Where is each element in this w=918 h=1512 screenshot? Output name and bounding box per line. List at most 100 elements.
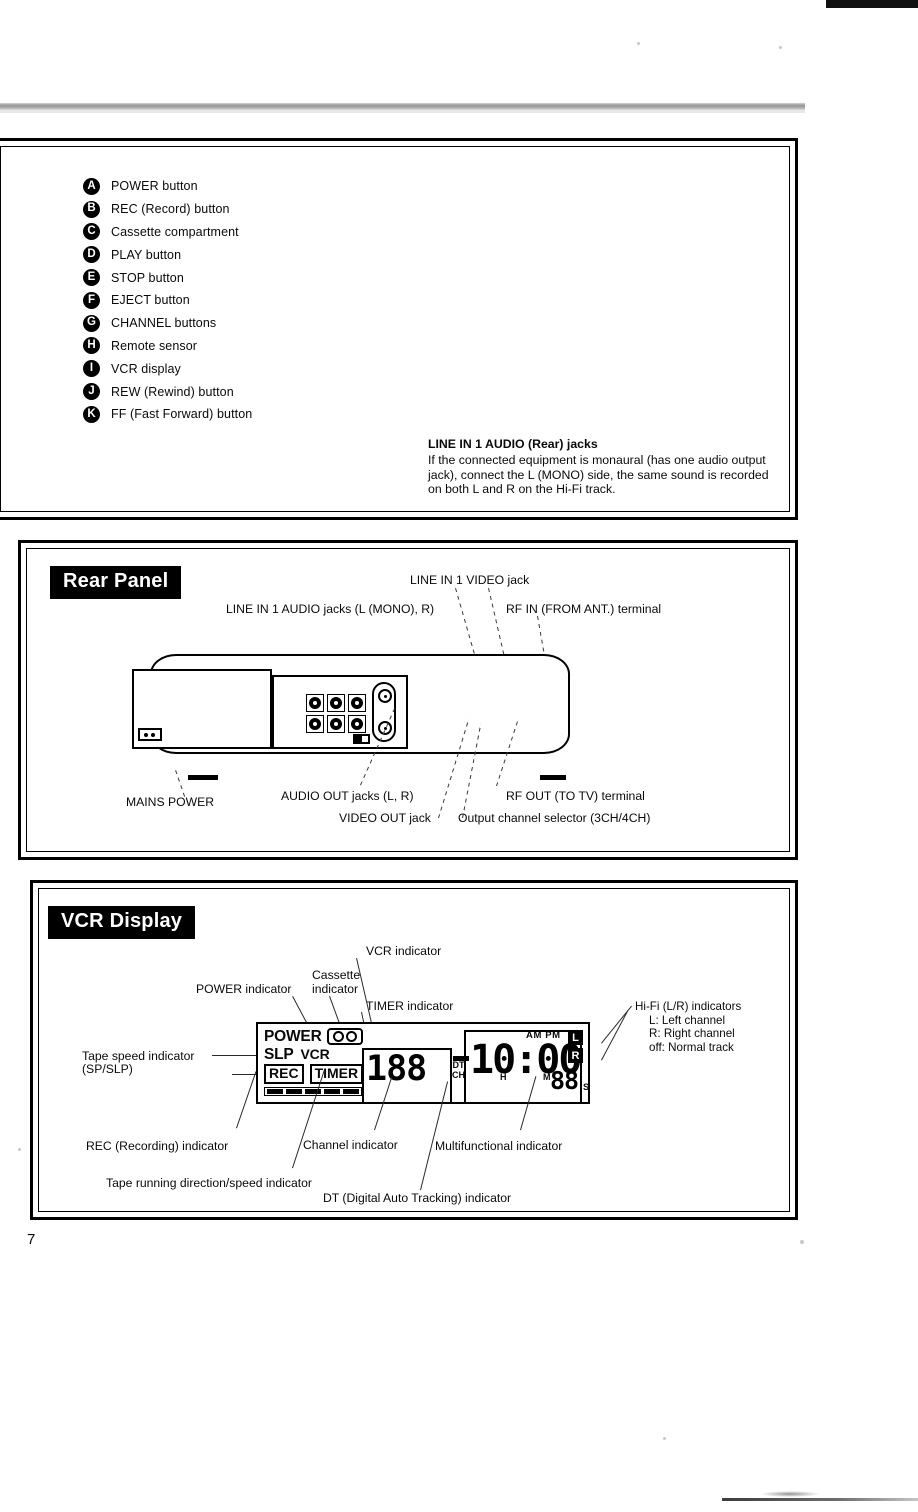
lcd-second-unit: S [583,1082,590,1092]
label-timer-indicator: TIMER indicator [366,999,454,1013]
scan-artifact-corner-bar-highlight [826,8,918,11]
callout-label-a: POWER button [111,179,198,194]
lcd-timer-indicator: TIMER [309,1064,364,1084]
lcd-right-channel-indicator: R [568,1048,583,1063]
jack-icon [327,715,345,733]
rear-panel-illustration [110,650,610,780]
chassis-foot [540,775,566,780]
lcd-channel-value: 188 [366,1049,427,1089]
callout-badge-g: G [83,314,100,332]
label-hifi-left: L: Left channel [649,1013,726,1027]
label-line-in-audio-jacks: LINE IN 1 AUDIO jacks (L (MONO), R) [226,602,435,616]
mains-power-socket-icon [138,728,162,741]
scan-artifact-bottom-smudge [760,1491,820,1497]
scan-speck [18,1148,21,1151]
callout-badge-j: J [83,383,100,401]
label-rf-in-terminal: RF IN (FROM ANT.) terminal [506,602,662,616]
jack-icon [306,694,324,712]
callout-label-i: VCR display [111,361,181,376]
hifi-indicator-legend: Hi-Fi (L/R) indicators L: Left channel R… [635,1000,741,1054]
tape-bar-segment [286,1089,302,1094]
lcd-hour-unit: H [500,1072,507,1082]
jack-icon [348,694,366,712]
scan-speck [800,1240,804,1244]
label-rf-out-terminal: RF OUT (TO TV) terminal [506,789,645,803]
label-tape-speed-line2: (SP/SLP) [82,1062,133,1076]
callout-label-d: PLAY button [111,247,182,262]
callout-label-e: STOP button [111,270,184,285]
label-power-indicator: POWER indicator [196,982,292,996]
callout-badge-a: A [83,177,100,195]
label-hifi-off: off: Normal track [649,1040,734,1054]
callout-list: A POWER button B REC (Record) button C C… [83,175,252,426]
scan-speck [779,46,782,49]
lcd-seconds-value: 88 [550,1066,579,1095]
label-audio-out-jacks: AUDIO OUT jacks (L, R) [281,789,414,803]
label-cassette-indicator-line1: Cassette [312,968,361,982]
list-item: D PLAY button [83,243,252,266]
label-dt-indicator: DT (Digital Auto Tracking) indicator [323,1191,512,1205]
page-number: 7 [27,1231,36,1248]
list-item: F EJECT button [83,289,252,312]
label-rec-indicator: REC (Recording) indicator [86,1139,229,1153]
callout-label-j: REW (Rewind) button [111,384,234,399]
label-hifi-title: Hi-Fi (L/R) indicators [635,1000,742,1013]
list-item: H Remote sensor [83,335,252,358]
label-tape-speed-line1: Tape speed indicator [82,1049,195,1063]
callout-badge-h: H [83,337,100,355]
list-item: A POWER button [83,175,252,198]
note-line-1: If the connected equipment is monaural (… [428,453,766,467]
cassette-reels-icon [326,1028,363,1045]
scan-speck [637,42,640,45]
list-item: I VCR display [83,357,252,380]
lcd-slp-text: SLP [264,1046,294,1063]
jack-icon [327,694,345,712]
callout-badge-e: E [83,269,100,287]
callout-badge-f: F [83,291,100,309]
label-line-in-video-jack: LINE IN 1 VIDEO jack [410,573,530,587]
list-item: G CHANNEL buttons [83,312,252,335]
scan-artifact-corner-bar [826,0,918,8]
scan-speck [663,1437,666,1440]
label-output-channel-selector: Output channel selector (3CH/4CH) [458,811,651,825]
line-in-audio-note: LINE IN 1 AUDIO (Rear) jacks If the conn… [428,437,783,497]
callout-badge-k: K [83,405,100,423]
scan-artifact-bottom-line [722,1498,918,1501]
label-channel-indicator: Channel indicator [303,1138,398,1152]
output-channel-selector-switch-icon [353,734,370,744]
list-item: C Cassette compartment [83,221,252,244]
callout-badge-d: D [83,246,100,264]
vcr-lcd-display: POWER SLP VCR REC TIMER 188 DT CH AM PM … [256,1022,590,1104]
label-mains-power: MAINS POWER [126,795,215,809]
leader-line-tape-speed [212,1055,258,1056]
label-tape-running-indicator: Tape running direction/speed indicator [106,1176,312,1190]
scan-artifact-band [0,103,805,110]
tape-bar-segment [305,1089,321,1094]
tape-bar-segment [324,1089,340,1094]
list-item: J REW (Rewind) button [83,380,252,403]
note-title: LINE IN 1 AUDIO (Rear) jacks [428,437,598,451]
callout-legend-panel: A POWER button B REC (Record) button C C… [0,138,798,520]
callout-label-b: REC (Record) button [111,202,230,217]
label-multifunctional-indicator: Multifunctional indicator [435,1139,563,1153]
rear-panel-title: Rear Panel [50,566,182,599]
label-video-out-jack: VIDEO OUT jack [339,811,431,825]
callout-badge-c: C [83,223,100,241]
callout-badge-i: I [83,360,100,378]
note-line-3: on both L and R on the Hi-Fi track. [428,482,616,497]
lcd-left-channel-indicator: L [568,1030,583,1045]
lcd-vcr-text: VCR [300,1046,330,1062]
tape-bar-segment [343,1089,359,1094]
tape-direction-speed-bars [264,1087,362,1096]
rf-in-coax-icon [378,689,392,703]
audio-video-out-jack-grid [306,694,368,735]
callout-label-k: FF (Fast Forward) button [111,407,253,422]
jack-icon [306,715,324,733]
jack-icon [348,715,366,733]
label-cassette-indicator-line2: indicator [312,982,359,996]
list-item: E STOP button [83,266,252,289]
vcr-display-title: VCR Display [48,906,196,939]
scan-artifact-band-light [0,110,805,113]
callout-label-h: Remote sensor [111,338,198,353]
callout-label-g: CHANNEL buttons [111,316,217,331]
